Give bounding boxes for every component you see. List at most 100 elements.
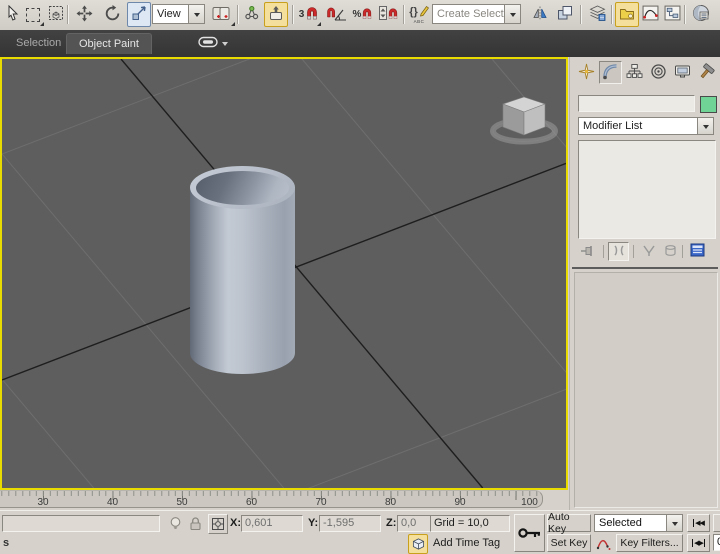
set-key-button[interactable]: Set Key: [547, 534, 591, 552]
y-coordinate-label: Y:: [308, 517, 318, 529]
z-coordinate-value: 0,0: [401, 517, 416, 529]
ribbon-tab-selection[interactable]: Selection: [4, 33, 73, 53]
reference-coordinate-system-dropdown[interactable]: View: [152, 4, 205, 24]
default-tangent-button[interactable]: [594, 534, 613, 552]
y-coordinate-value: -1,595: [323, 517, 354, 529]
tab-utilities[interactable]: [695, 61, 718, 84]
absolute-offset-mode-toggle[interactable]: [208, 514, 228, 534]
grid-setting-display: Grid = 10,0: [430, 515, 510, 532]
modifier-stack[interactable]: [578, 140, 716, 239]
y-coordinate-field[interactable]: -1,595: [319, 515, 381, 532]
curve-editor-button[interactable]: [638, 2, 662, 27]
auto-key-button[interactable]: Auto Key: [547, 514, 591, 532]
modifier-list-dropdown[interactable]: Modifier List: [578, 117, 714, 135]
select-and-move-button[interactable]: [72, 2, 96, 27]
schematic-view-button[interactable]: [660, 2, 684, 27]
material-editor-button[interactable]: [689, 2, 713, 27]
window-crossing-toggle-button[interactable]: [44, 2, 68, 27]
remove-modifier-icon: [664, 244, 677, 260]
ribbon-minimize-button[interactable]: [198, 36, 232, 51]
rollout-area[interactable]: [574, 272, 718, 508]
named-selection-set-value: Create Selection Se: [433, 8, 504, 20]
spinner-snap-toggle-button[interactable]: [376, 2, 402, 27]
tab-modify[interactable]: [599, 61, 622, 84]
named-selection-set-dropdown[interactable]: Create Selection Se: [432, 4, 521, 24]
percent-snap-toggle-button[interactable]: %: [351, 2, 375, 27]
keyboard-shortcut-override-toggle[interactable]: [264, 2, 288, 27]
status-line-field[interactable]: [2, 515, 160, 532]
abc-glyph: ABC: [414, 20, 425, 25]
angle-snap-toggle-button[interactable]: [324, 2, 350, 27]
reference-coordinate-system-value: View: [153, 8, 188, 20]
tab-hierarchy[interactable]: [623, 61, 646, 84]
show-end-result-button[interactable]: [608, 242, 629, 261]
ribbon-tab-label: Selection: [16, 37, 61, 49]
selection-lock-icon[interactable]: [188, 516, 203, 535]
tab-display[interactable]: [671, 61, 694, 84]
set-key-mode-button[interactable]: [514, 514, 545, 552]
toolbar-separator: [67, 5, 68, 24]
key-filters-button[interactable]: Key Filters...: [616, 534, 683, 552]
rotate-icon: [104, 5, 121, 25]
manage-layers-button[interactable]: [585, 2, 609, 27]
chevron-down-icon[interactable]: [222, 42, 228, 49]
set-key-label: Set Key: [551, 537, 588, 549]
add-time-tag[interactable]: Add Time Tag: [433, 537, 500, 549]
key-filters-label: Key Filters...: [620, 537, 678, 549]
key-mode-toggle-button[interactable]: ◀▶: [687, 534, 710, 552]
toggle-ribbon-button[interactable]: [615, 2, 639, 27]
object-name-field[interactable]: [578, 95, 695, 112]
pin-icon: [580, 244, 594, 260]
tube-object[interactable]: [190, 166, 295, 394]
key-filter-dropdown[interactable]: Selected: [594, 514, 683, 532]
perspective-viewport[interactable]: [0, 57, 568, 490]
rectangular-selection-region-button[interactable]: [21, 2, 45, 27]
move-icon: [76, 5, 93, 25]
dropdown-arrow-icon[interactable]: [504, 5, 520, 23]
pin-stack-button[interactable]: [576, 242, 597, 261]
panel-separator: [603, 245, 604, 258]
magnet-icon: [305, 6, 319, 23]
timeline-tick-label: 40: [107, 497, 118, 508]
view-cube[interactable]: [478, 83, 568, 149]
previous-frame-button[interactable]: ◀: [713, 514, 720, 532]
manipulate-icon: [244, 5, 260, 24]
spinner-icon: [379, 6, 387, 23]
tab-create[interactable]: [575, 61, 598, 84]
timeline-tick-label: 90: [454, 497, 465, 508]
select-and-manipulate-button[interactable]: [240, 2, 264, 27]
bar-glyph: [704, 539, 705, 547]
pencil-icon: [418, 5, 429, 20]
configure-modifier-sets-button[interactable]: [687, 242, 708, 261]
command-panel: Modifier List: [569, 57, 720, 510]
remove-modifier-button[interactable]: [660, 242, 681, 261]
isolate-selection-bulb-icon[interactable]: [168, 516, 183, 535]
tab-motion[interactable]: [647, 61, 670, 84]
mirror-button[interactable]: [528, 2, 552, 27]
ribbon-tab-object-paint[interactable]: Object Paint: [66, 33, 152, 54]
dropdown-arrow-icon[interactable]: [697, 118, 713, 134]
select-and-rotate-button[interactable]: [100, 2, 124, 27]
dropdown-arrow-icon[interactable]: [666, 515, 682, 531]
align-button[interactable]: [553, 2, 577, 27]
layers-icon: [589, 5, 606, 24]
toolbar-separator: [611, 5, 612, 24]
snap-toggle-3d-button[interactable]: 3: [296, 2, 322, 27]
make-unique-button[interactable]: [638, 242, 659, 261]
current-frame-field[interactable]: 0: [713, 534, 720, 551]
use-pivot-point-center-button[interactable]: [208, 2, 236, 27]
percent-glyph: %: [353, 9, 362, 20]
edit-named-selection-sets-button[interactable]: {} ABC: [406, 2, 432, 27]
dropdown-arrow-icon[interactable]: [188, 5, 204, 23]
timeline-tick-label: 50: [176, 497, 187, 508]
select-and-scale-button[interactable]: [127, 2, 151, 27]
panel-separator: [633, 245, 634, 258]
track-bar[interactable]: 30 40 50 60 70 80 90 100: [0, 490, 543, 508]
timeline-tick-label: 30: [37, 497, 48, 508]
x-coordinate-field[interactable]: 0,601: [241, 515, 303, 532]
tube-body: [190, 187, 295, 374]
viewport-cube-toggle[interactable]: [408, 534, 428, 554]
toolbar-separator: [580, 5, 581, 24]
go-to-start-button[interactable]: ◀◀: [687, 514, 710, 532]
object-color-swatch[interactable]: [700, 96, 717, 113]
